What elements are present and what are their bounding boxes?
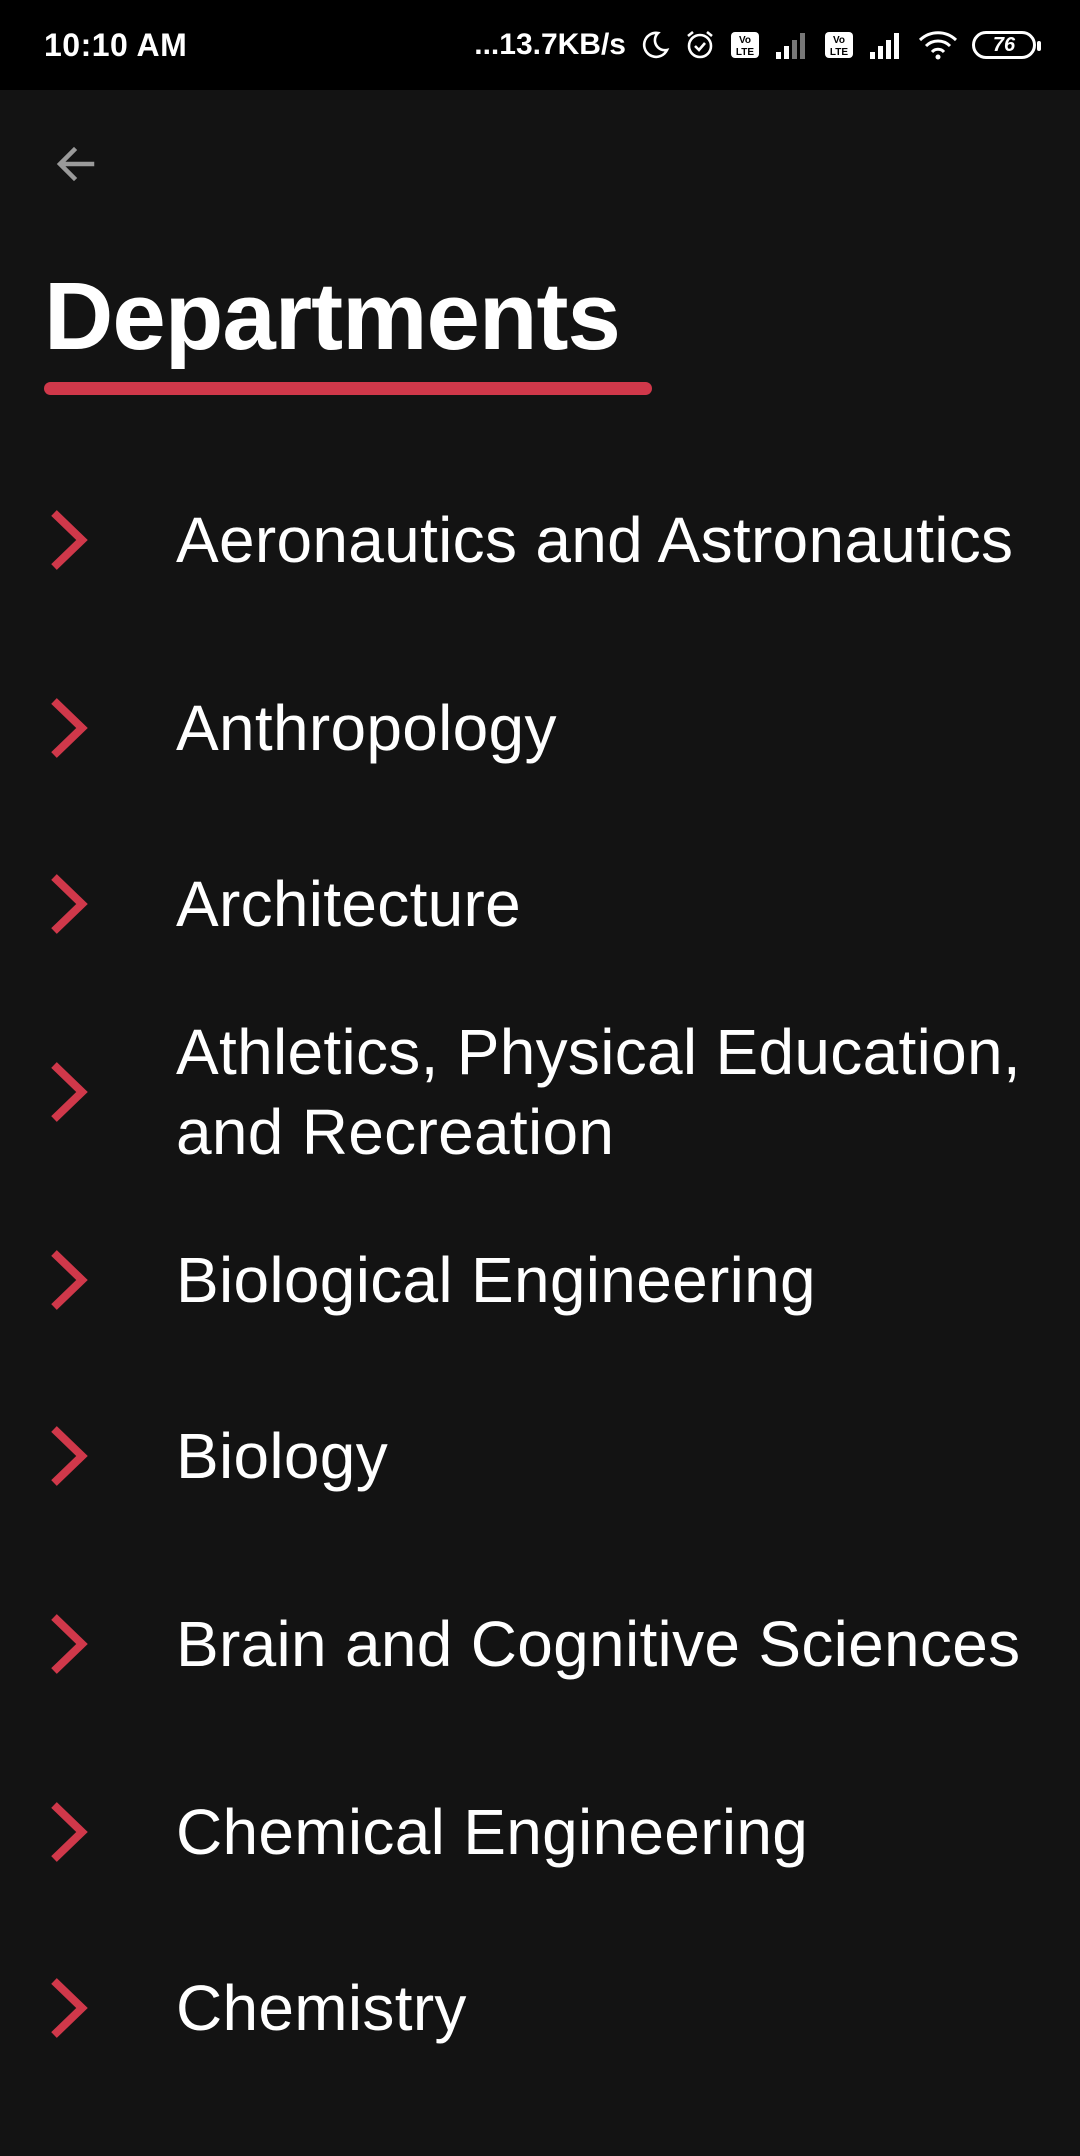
status-bar: 10:10 AM ...13.7KB/s Vo LTE Vo LTE 76 <box>0 0 1080 90</box>
battery-level: 76 <box>992 33 1016 56</box>
moon-icon <box>640 30 670 60</box>
battery-icon: 76 <box>972 31 1041 59</box>
alarm-icon <box>684 29 716 61</box>
department-label: Chemical Engineering <box>176 1796 809 1868</box>
chevron-right-icon <box>44 1247 92 1313</box>
list-item[interactable]: Chemical Engineering <box>0 1744 1080 1920</box>
department-label: Brain and Cognitive Sciences <box>176 1608 1021 1680</box>
chevron-right-icon <box>44 871 92 937</box>
chevron-right-icon <box>44 1423 92 1489</box>
department-label: Architecture <box>176 868 522 940</box>
network-speed: ...13.7KB/s <box>474 28 626 61</box>
chevron-right-icon <box>44 1611 92 1677</box>
list-item[interactable]: Athletics, Physical Education, and Recre… <box>0 992 1080 1192</box>
list-item[interactable]: Brain and Cognitive Sciences <box>0 1544 1080 1744</box>
volte-icon: Vo LTE <box>824 31 854 59</box>
svg-text:LTE: LTE <box>830 47 848 58</box>
svg-text:LTE: LTE <box>736 47 754 58</box>
signal-icon <box>774 30 810 60</box>
chevron-right-icon <box>44 695 92 761</box>
list-item[interactable]: Biology <box>0 1368 1080 1544</box>
back-button[interactable] <box>40 130 112 202</box>
department-label: Biology <box>176 1420 389 1492</box>
list-item[interactable]: Aeronautics and Astronautics <box>0 440 1080 640</box>
chevron-right-icon <box>44 1975 92 2041</box>
svg-text:Vo: Vo <box>833 35 845 46</box>
volte-icon: Vo LTE <box>730 31 760 59</box>
departments-list: Aeronautics and Astronautics Anthropolog… <box>0 440 1080 2096</box>
department-label: Chemistry <box>176 1972 467 2044</box>
department-label: Aeronautics and Astronautics <box>176 504 1014 576</box>
page-title: Departments <box>44 263 621 370</box>
department-label: Biological Engineering <box>176 1244 816 1316</box>
department-label: Anthropology <box>176 692 557 764</box>
chevron-right-icon <box>44 1799 92 1865</box>
chevron-right-icon <box>44 507 92 573</box>
list-item[interactable]: Architecture <box>0 816 1080 992</box>
list-item[interactable]: Anthropology <box>0 640 1080 816</box>
status-time: 10:10 AM <box>44 26 188 63</box>
signal-icon <box>868 30 904 60</box>
arrow-left-icon <box>52 140 100 193</box>
chevron-right-icon <box>44 1059 92 1125</box>
title-underline <box>44 382 652 395</box>
list-item[interactable]: Chemistry <box>0 1920 1080 2096</box>
status-icons: ...13.7KB/s Vo LTE Vo LTE 76 <box>474 28 1041 62</box>
list-item[interactable]: Biological Engineering <box>0 1192 1080 1368</box>
svg-text:Vo: Vo <box>739 35 751 46</box>
department-label: Athletics, Physical Education, and Recre… <box>176 1016 1021 1168</box>
wifi-icon <box>918 30 958 60</box>
